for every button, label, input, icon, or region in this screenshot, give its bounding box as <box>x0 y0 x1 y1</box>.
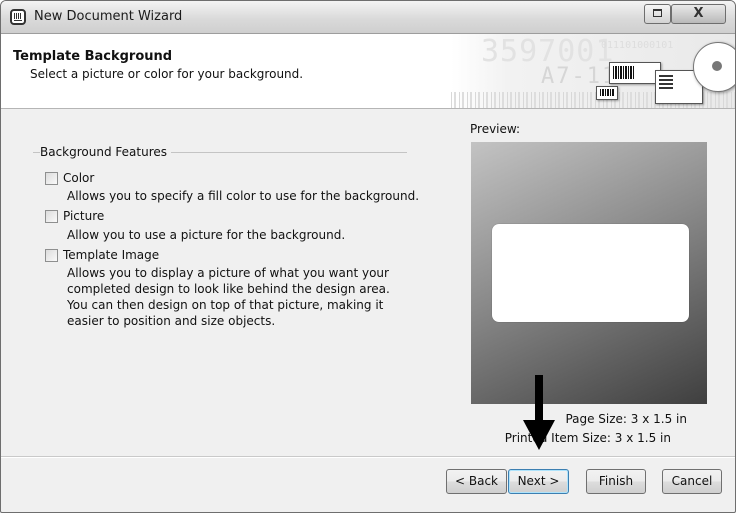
picture-label[interactable]: Picture <box>63 209 104 223</box>
window-title: New Document Wizard <box>34 9 183 24</box>
preview-label: Preview: <box>470 122 521 136</box>
app-icon <box>10 9 26 25</box>
close-icon: X <box>693 6 704 21</box>
disc-label-icon <box>693 42 735 92</box>
page-title: Template Background <box>13 49 173 64</box>
next-button[interactable]: Next > <box>508 469 569 494</box>
color-label[interactable]: Color <box>63 171 94 185</box>
wizard-header: 3597001 011101000101 A7-118 Template Bac… <box>1 34 735 109</box>
printed-item-size-text: Printed Item Size: 3 x 1.5 in <box>504 431 671 445</box>
template-image-description: Allows you to display a picture of what … <box>67 266 390 328</box>
back-button[interactable]: < Back <box>446 469 507 494</box>
title-bar: New Document Wizard X <box>1 1 735 34</box>
preview-label-shape <box>492 224 689 322</box>
color-checkbox[interactable] <box>45 172 58 185</box>
page-subtitle: Select a picture or color for your backg… <box>30 67 304 81</box>
wizard-window: New Document Wizard X 3597001 0111010001… <box>0 0 736 513</box>
restore-button[interactable] <box>644 4 671 24</box>
color-description: Allows you to specify a fill color to us… <box>67 189 420 203</box>
group-title: Background Features <box>40 145 172 159</box>
label-card-barcode <box>609 62 661 84</box>
page-size-text: Page Size: 3 x 1.5 in <box>565 412 687 426</box>
close-button[interactable]: X <box>671 4 726 24</box>
template-image-checkbox[interactable] <box>45 249 58 262</box>
cancel-button[interactable]: Cancel <box>662 469 722 494</box>
annotation-arrow-shaft <box>535 375 543 421</box>
label-card-small <box>596 86 618 100</box>
template-image-label[interactable]: Template Image <box>63 248 159 262</box>
annotation-arrow-icon <box>523 420 555 450</box>
footer-separator <box>1 456 735 457</box>
header-banner-image: 3597001 011101000101 A7-118 <box>451 34 735 108</box>
picture-description: Allow you to use a picture for the backg… <box>67 228 346 242</box>
banner-small-number: 011101000101 <box>601 40 674 51</box>
finish-button[interactable]: Finish <box>586 469 646 494</box>
picture-checkbox[interactable] <box>45 210 58 223</box>
